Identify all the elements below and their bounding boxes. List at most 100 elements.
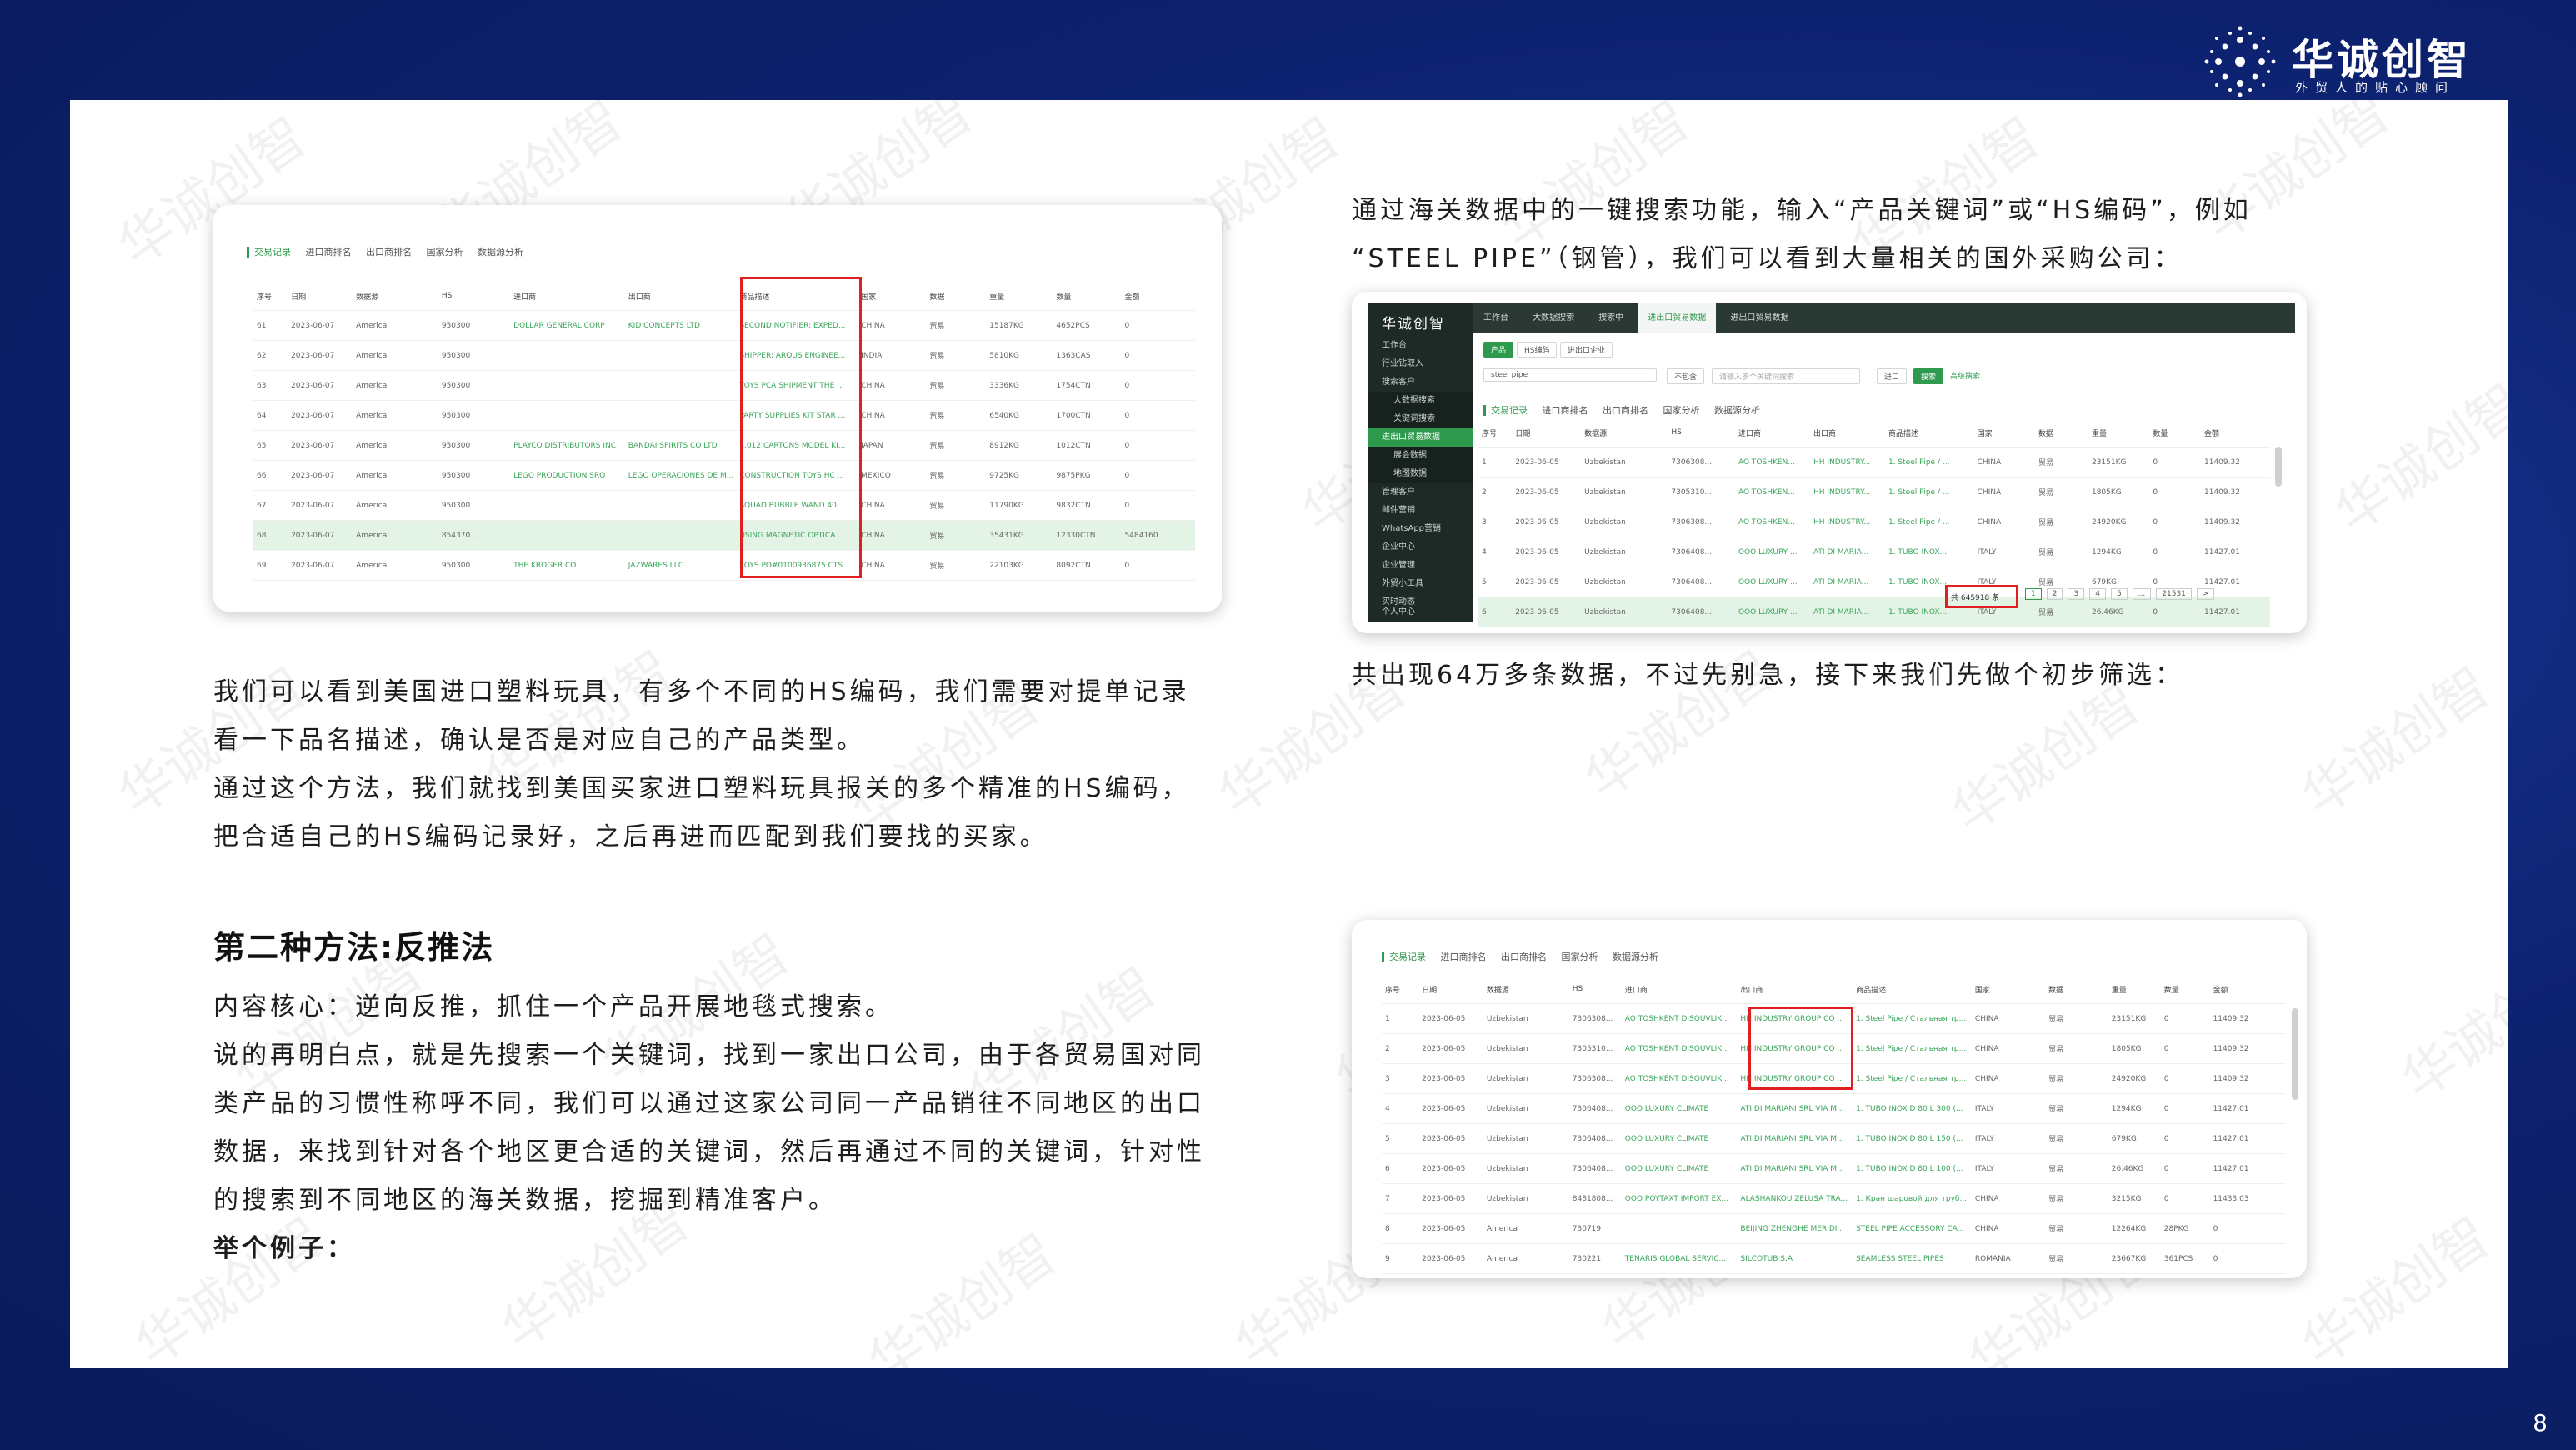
- table-row[interactable]: 3 2023-06-05 Uzbekistan 7306308... AO TOSHKE…: [1478, 507, 2270, 538]
- tab-transactions[interactable]: 交易记录: [1382, 952, 1426, 962]
- sidebar-item[interactable]: 邮件营销: [1368, 502, 1473, 520]
- page-button[interactable]: 2: [2046, 588, 2063, 600]
- column-header[interactable]: 日期: [288, 282, 353, 311]
- page-button[interactable]: 1: [2025, 588, 2042, 600]
- sidebar-item[interactable]: 展会数据: [1368, 447, 1473, 465]
- tab-country-analysis[interactable]: 国家分析: [427, 247, 463, 258]
- column-header[interactable]: 数量: [2149, 418, 2201, 448]
- filter-tab-product[interactable]: 产品: [1483, 342, 1514, 358]
- tab-country-analysis[interactable]: 国家分析: [1663, 405, 1700, 416]
- top-tab-workbench[interactable]: 工作台: [1473, 303, 1518, 333]
- column-header[interactable]: 数量: [1053, 282, 1122, 311]
- column-header[interactable]: HS: [1568, 975, 1622, 1004]
- exclude-select[interactable]: 不包含: [1667, 368, 1705, 384]
- top-tab-trade-data[interactable]: 进出口贸易数据: [1638, 303, 1717, 333]
- sidebar-item[interactable]: 搜索客户: [1368, 373, 1473, 392]
- column-header[interactable]: 数据源: [353, 282, 438, 311]
- sidebar-item[interactable]: WhatsApp营销: [1368, 520, 1473, 538]
- table-row[interactable]: 62 2023-06-07 America 950300 SHIPPER: ARQUS …: [253, 340, 1195, 371]
- search-input[interactable]: steel pipe: [1483, 368, 1657, 382]
- column-header[interactable]: 金额: [1121, 282, 1195, 311]
- tab-transactions[interactable]: 交易记录: [1483, 405, 1528, 416]
- sidebar-item[interactable]: 行业钻取入: [1368, 355, 1473, 373]
- table-row[interactable]: 66 2023-06-07 America 950300 LEGO PRODUCTION…: [253, 460, 1195, 491]
- sidebar-item[interactable]: 进出口贸易数据: [1368, 428, 1473, 447]
- table-row[interactable]: 72023-06-05Uzbekistan8481808...OOO POYTA…: [1478, 627, 2270, 633]
- page-button[interactable]: >: [2196, 588, 2215, 600]
- table-row[interactable]: 68 2023-06-07 America 854370... USING MAGNET…: [253, 520, 1195, 551]
- table-row[interactable]: 67 2023-06-07 America 950300 SQUAD BUBBLE WA…: [253, 490, 1195, 521]
- tab-country-analysis[interactable]: 国家分析: [1562, 952, 1598, 962]
- sidebar-item[interactable]: 关键词搜索: [1368, 410, 1473, 428]
- top-tab-searching[interactable]: 搜索中: [1588, 303, 1633, 333]
- column-header[interactable]: 数据: [2045, 975, 2108, 1004]
- tab-importer-rank[interactable]: 进口商排名: [1441, 952, 1487, 962]
- top-tab-bigdata[interactable]: 大数据搜索: [1523, 303, 1584, 333]
- column-header[interactable]: 重量: [986, 282, 1053, 311]
- tab-importer-rank[interactable]: 进口商排名: [1543, 405, 1588, 416]
- column-header[interactable]: 日期: [1418, 975, 1483, 1004]
- column-header[interactable]: 商品描述: [1884, 418, 1974, 448]
- table-row[interactable]: 65 2023-06-07 America 950300 PLAYCO DISTRIBU…: [253, 430, 1195, 461]
- column-header[interactable]: 进口商: [1621, 975, 1738, 1004]
- tab-transactions[interactable]: 交易记录: [247, 247, 291, 258]
- import-select[interactable]: 进口: [1877, 368, 1908, 384]
- tab-exporter-rank[interactable]: 出口商排名: [366, 247, 412, 258]
- table-row[interactable]: 69 2023-06-07 America 950300 THE KROGER CO JA…: [253, 550, 1195, 581]
- table-row[interactable]: 8 2023-06-05 America 730719 BEIJING ZHENGHE …: [1382, 1213, 2285, 1244]
- table-row[interactable]: 1 2023-06-05 Uzbekistan 7306308... AO TOSHKE…: [1478, 447, 2270, 478]
- column-header[interactable]: HS: [438, 282, 511, 311]
- sidebar-item[interactable]: 企业管理: [1368, 557, 1473, 575]
- table-row[interactable]: 63 2023-06-07 America 950300 TOYS PCA SHIPME…: [253, 370, 1195, 401]
- column-header[interactable]: 重量: [2088, 418, 2150, 448]
- sidebar-item[interactable]: 外贸小工具: [1368, 575, 1473, 593]
- column-header[interactable]: 金额: [2209, 975, 2285, 1004]
- column-header[interactable]: 重量: [2108, 975, 2161, 1004]
- table-row[interactable]: 4 2023-06-05 Uzbekistan 7306408... OOO LUXUR…: [1382, 1093, 2285, 1124]
- sidebar-item[interactable]: 大数据搜索: [1368, 392, 1473, 410]
- column-header[interactable]: 序号: [253, 282, 288, 311]
- tab-importer-rank[interactable]: 进口商排名: [306, 247, 352, 258]
- column-header[interactable]: 进口商: [1734, 418, 1810, 448]
- column-header[interactable]: 国家: [1973, 418, 2036, 448]
- table-row[interactable]: 72023-06-05Uzbekistan8481808...OOO POYTA…: [1382, 1183, 2285, 1214]
- column-header[interactable]: 数据: [926, 282, 987, 311]
- table-scrollbar[interactable]: [2275, 447, 2282, 487]
- column-header[interactable]: 序号: [1382, 975, 1419, 1004]
- table-row[interactable]: 6 2023-06-05 Uzbekistan 7306408... OOO LUXUR…: [1382, 1153, 2285, 1184]
- table-row[interactable]: 61 2023-06-07 America 950300 DOLLAR GENERAL …: [253, 310, 1195, 341]
- tab-exporter-rank[interactable]: 出口商排名: [1603, 405, 1648, 416]
- page-button[interactable]: 21531: [2156, 588, 2192, 600]
- sidebar-item[interactable]: 工作台: [1368, 337, 1473, 355]
- page-button[interactable]: 3: [2068, 588, 2085, 600]
- column-header[interactable]: 序号: [1478, 418, 1513, 448]
- sidebar-item[interactable]: 地图数据: [1368, 465, 1473, 483]
- table-row[interactable]: 9 2023-06-05 America 730221 TENARIS GLOBAL S…: [1382, 1243, 2285, 1274]
- sidebar-item[interactable]: 企业中心: [1368, 538, 1473, 557]
- column-header[interactable]: 数据源: [1581, 418, 1668, 448]
- column-header[interactable]: 出口商: [1809, 418, 1885, 448]
- page-button[interactable]: 5: [2110, 588, 2128, 600]
- column-header[interactable]: 国家: [1971, 975, 2046, 1004]
- sidebar-item[interactable]: 管理客户: [1368, 483, 1473, 502]
- column-header[interactable]: 出口商: [1737, 975, 1853, 1004]
- table-row[interactable]: 5 2023-06-05 Uzbekistan 7306408... OOO LUXUR…: [1382, 1123, 2285, 1154]
- column-header[interactable]: HS: [1668, 418, 1735, 448]
- column-header[interactable]: 数据源: [1483, 975, 1569, 1004]
- top-tab-trade-data-2[interactable]: 进出口贸易数据: [1720, 303, 1798, 333]
- tab-exporter-rank[interactable]: 出口商排名: [1501, 952, 1547, 962]
- column-header[interactable]: 国家: [858, 282, 927, 311]
- filter-tab-company[interactable]: 进出口企业: [1560, 342, 1613, 358]
- table-row[interactable]: 64 2023-06-07 America 950300 PARTY SUPPLIES …: [253, 400, 1195, 431]
- page-button[interactable]: 4: [2089, 588, 2106, 600]
- advanced-search-link[interactable]: 高级搜索: [1950, 370, 1980, 381]
- column-header[interactable]: 出口商: [624, 282, 737, 311]
- tab-source-analysis[interactable]: 数据源分析: [478, 247, 523, 258]
- column-header[interactable]: 商品描述: [1853, 975, 1972, 1004]
- column-header[interactable]: 金额: [2201, 418, 2270, 448]
- page-button[interactable]: ...: [2132, 588, 2152, 600]
- search-button[interactable]: 搜索: [1913, 368, 1944, 384]
- tab-source-analysis[interactable]: 数据源分析: [1714, 405, 1760, 416]
- table-row[interactable]: 2 2023-06-05 Uzbekistan 7305310... AO TOSHKE…: [1478, 477, 2270, 508]
- table-row[interactable]: 4 2023-06-05 Uzbekistan 7306408... OOO LUXUR…: [1478, 537, 2270, 568]
